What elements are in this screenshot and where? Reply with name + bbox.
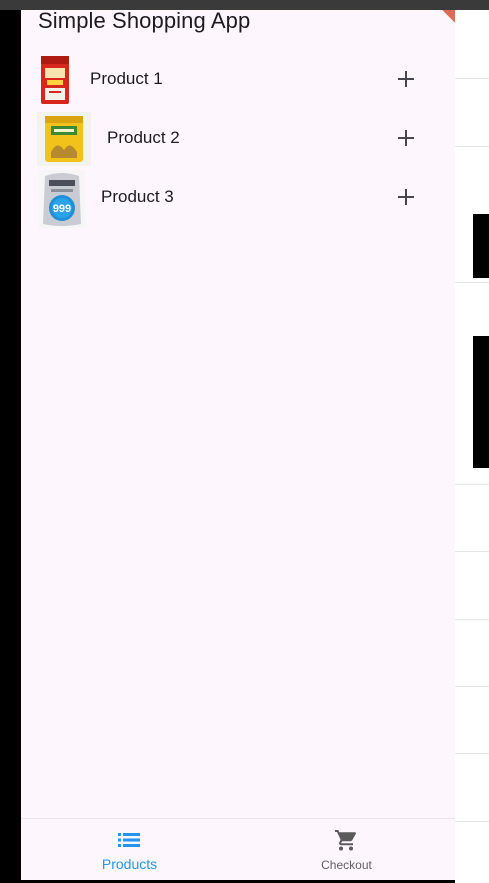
bottom-navigation: Products Checkout	[21, 818, 455, 880]
background-block	[473, 336, 489, 468]
plus-icon[interactable]	[391, 123, 421, 153]
background-block	[473, 214, 489, 278]
nav-products[interactable]: Products	[21, 819, 238, 880]
plus-icon[interactable]	[391, 64, 421, 94]
nav-label: Checkout	[321, 858, 372, 872]
nav-checkout[interactable]: Checkout	[238, 819, 455, 880]
nav-label: Products	[101, 856, 158, 872]
divider	[455, 619, 489, 620]
divider	[455, 821, 489, 822]
app-screen: Simple Shopping App Product 1 Product 2 …	[21, 10, 455, 880]
rice-bag-red-icon	[41, 56, 69, 104]
product-name: Product 1	[90, 69, 163, 88]
divider	[455, 484, 489, 485]
status-bar	[0, 0, 489, 10]
rice-bag-999-icon: 999	[39, 170, 85, 228]
divider	[455, 551, 489, 552]
divider	[455, 282, 489, 283]
list-icon	[118, 833, 140, 847]
rice-bag-yellow-icon	[37, 112, 91, 166]
product-row-2: Product 2	[21, 109, 455, 168]
product-row-3: 999 Product 3	[21, 168, 455, 228]
divider	[455, 753, 489, 754]
product-name: Product 3	[101, 187, 174, 206]
left-margin	[0, 10, 21, 883]
page-title: Simple Shopping App	[38, 10, 251, 33]
product-name: Product 2	[107, 128, 180, 147]
bag-badge-text: 999	[53, 203, 71, 215]
debug-banner	[423, 10, 455, 28]
product-row-1: Product 1	[21, 50, 455, 109]
divider	[455, 686, 489, 687]
background-panel	[455, 10, 489, 883]
divider	[455, 146, 489, 147]
shopping-cart-icon	[335, 830, 357, 851]
plus-icon[interactable]	[391, 182, 421, 212]
divider	[455, 78, 489, 79]
